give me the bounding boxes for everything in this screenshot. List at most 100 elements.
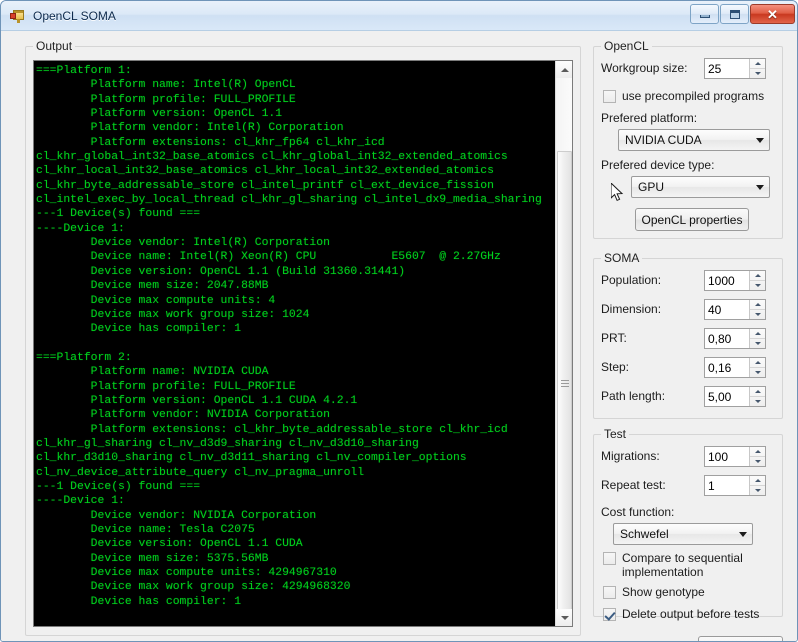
soma-groupbox-label: SOMA: [601, 251, 643, 265]
close-button[interactable]: ✕: [750, 4, 795, 24]
chevron-down-icon[interactable]: [751, 184, 769, 190]
prefered-device-type-select[interactable]: GPU: [631, 176, 770, 198]
path-length-decrement[interactable]: [750, 397, 765, 406]
test-groupbox: Test Migrations: 100 Repeat test: 1 Cost…: [593, 427, 783, 621]
opencl-groupbox-label: OpenCL: [601, 39, 652, 53]
use-precompiled-programs-label: use precompiled programs: [622, 89, 765, 103]
migrations-stepper[interactable]: 100: [704, 446, 766, 467]
cost-function-row: Cost function:: [601, 505, 674, 519]
maximize-button[interactable]: [720, 4, 749, 24]
output-groupbox-label: Output: [33, 39, 76, 53]
workgroup-size-decrement[interactable]: [750, 69, 765, 78]
dimension-decrement[interactable]: [750, 310, 765, 319]
migrations-increment[interactable]: [750, 447, 765, 457]
workgroup-size-value[interactable]: 25: [705, 59, 749, 78]
show-genotype-checkbox[interactable]: Show genotype: [603, 585, 705, 599]
scroll-down-arrow-icon[interactable]: [556, 609, 572, 626]
application-form-icon: [10, 8, 26, 24]
use-precompiled-programs-checkbox[interactable]: use precompiled programs: [603, 89, 764, 103]
output-groupbox: Output ===Platform 1: Platform name: Int…: [25, 39, 581, 636]
prefered-platform-row: Prefered platform:: [601, 111, 697, 125]
step-row: Step:: [601, 360, 629, 374]
prt-value[interactable]: 0,80: [705, 329, 749, 348]
population-decrement[interactable]: [750, 281, 765, 290]
dimension-stepper[interactable]: 40: [704, 299, 766, 320]
client-area: Output ===Platform 1: Platform name: Int…: [1, 31, 797, 641]
population-stepper[interactable]: 1000: [704, 270, 766, 291]
checkbox-checked-icon: [603, 608, 616, 621]
window-title: OpenCL SOMA: [33, 8, 116, 23]
repeat-test-stepper[interactable]: 1: [704, 475, 766, 496]
cost-function-select[interactable]: Schwefel: [613, 523, 753, 545]
migrations-value[interactable]: 100: [705, 447, 749, 466]
prt-label: PRT:: [601, 331, 627, 345]
migrations-row: Migrations:: [601, 449, 660, 463]
repeat-test-row: Repeat test:: [601, 478, 666, 492]
path-length-value[interactable]: 5,00: [705, 387, 749, 406]
checkbox-box-icon: [603, 90, 616, 103]
test-groupbox-label: Test: [601, 427, 630, 441]
opencl-groupbox: OpenCL Workgroup size: 25 use precompile…: [593, 39, 783, 239]
output-console[interactable]: ===Platform 1: Platform name: Intel(R) O…: [33, 60, 573, 627]
minimize-button[interactable]: [690, 4, 719, 24]
repeat-test-value[interactable]: 1: [705, 476, 749, 495]
checkbox-box-icon: [603, 586, 616, 599]
repeat-test-label: Repeat test:: [601, 478, 666, 492]
opencl-properties-button[interactable]: OpenCL properties: [635, 208, 749, 231]
prefered-device-type-row: Prefered device type:: [601, 158, 714, 172]
step-increment[interactable]: [750, 358, 765, 368]
console-scrollbar[interactable]: [555, 61, 572, 626]
prt-decrement[interactable]: [750, 339, 765, 348]
maximize-icon: [729, 9, 740, 19]
step-stepper[interactable]: 0,16: [704, 357, 766, 378]
migrations-label: Migrations:: [601, 449, 660, 463]
dimension-increment[interactable]: [750, 300, 765, 310]
chevron-down-icon[interactable]: [751, 137, 769, 143]
path-length-stepper[interactable]: 5,00: [704, 386, 766, 407]
compare-sequential-label: Compare to sequential implementation: [622, 551, 743, 579]
soma-groupbox: SOMA Population: 1000 Dimension: 40 PRT:…: [593, 251, 783, 419]
prt-stepper[interactable]: 0,80: [704, 328, 766, 349]
prefered-device-type-label: Prefered device type:: [601, 158, 715, 172]
scroll-up-arrow-icon[interactable]: [556, 61, 572, 78]
step-value[interactable]: 0,16: [705, 358, 749, 377]
dimension-row: Dimension:: [601, 302, 661, 316]
path-length-increment[interactable]: [750, 387, 765, 397]
minimize-icon: [699, 15, 710, 18]
console-text: ===Platform 1: Platform name: Intel(R) O…: [36, 65, 542, 608]
path-length-row: Path length:: [601, 389, 665, 403]
dimension-label: Dimension:: [601, 302, 662, 316]
step-decrement[interactable]: [750, 368, 765, 377]
prefered-platform-select[interactable]: NVIDIA CUDA: [618, 129, 770, 151]
run-test-button[interactable]: Run test: [698, 636, 783, 641]
migrations-decrement[interactable]: [750, 457, 765, 466]
scrollbar-grip-icon: [561, 379, 569, 388]
cost-function-label: Cost function:: [601, 505, 675, 519]
window-controls: ✕: [690, 4, 795, 24]
cost-function-value: Schwefel: [620, 527, 669, 541]
checkbox-box-icon: [603, 552, 616, 565]
delete-output-checkbox[interactable]: Delete output before tests: [603, 607, 759, 621]
prefered-platform-value: NVIDIA CUDA: [625, 133, 702, 147]
delete-output-label: Delete output before tests: [622, 607, 760, 621]
application-window: OpenCL SOMA ✕ Output ===Platform 1: Plat…: [0, 0, 798, 642]
population-increment[interactable]: [750, 271, 765, 281]
chevron-down-icon[interactable]: [734, 531, 752, 537]
dimension-value[interactable]: 40: [705, 300, 749, 319]
scrollbar-thumb[interactable]: [557, 151, 572, 616]
step-label: Step:: [601, 360, 630, 374]
prt-increment[interactable]: [750, 329, 765, 339]
close-icon: ✕: [767, 6, 778, 22]
repeat-test-increment[interactable]: [750, 476, 765, 486]
workgroup-size-stepper[interactable]: 25: [704, 58, 766, 79]
prefered-platform-label: Prefered platform:: [601, 111, 698, 125]
workgroup-size-label: Workgroup size:: [601, 61, 688, 75]
repeat-test-decrement[interactable]: [750, 486, 765, 495]
prt-row: PRT:: [601, 331, 627, 345]
prefered-device-type-value: GPU: [638, 180, 665, 194]
title-bar: OpenCL SOMA ✕: [1, 1, 797, 31]
compare-sequential-checkbox[interactable]: Compare to sequential implementation: [603, 551, 763, 579]
workgroup-size-row: Workgroup size:: [601, 61, 687, 75]
population-value[interactable]: 1000: [705, 271, 749, 290]
workgroup-size-increment[interactable]: [750, 59, 765, 69]
